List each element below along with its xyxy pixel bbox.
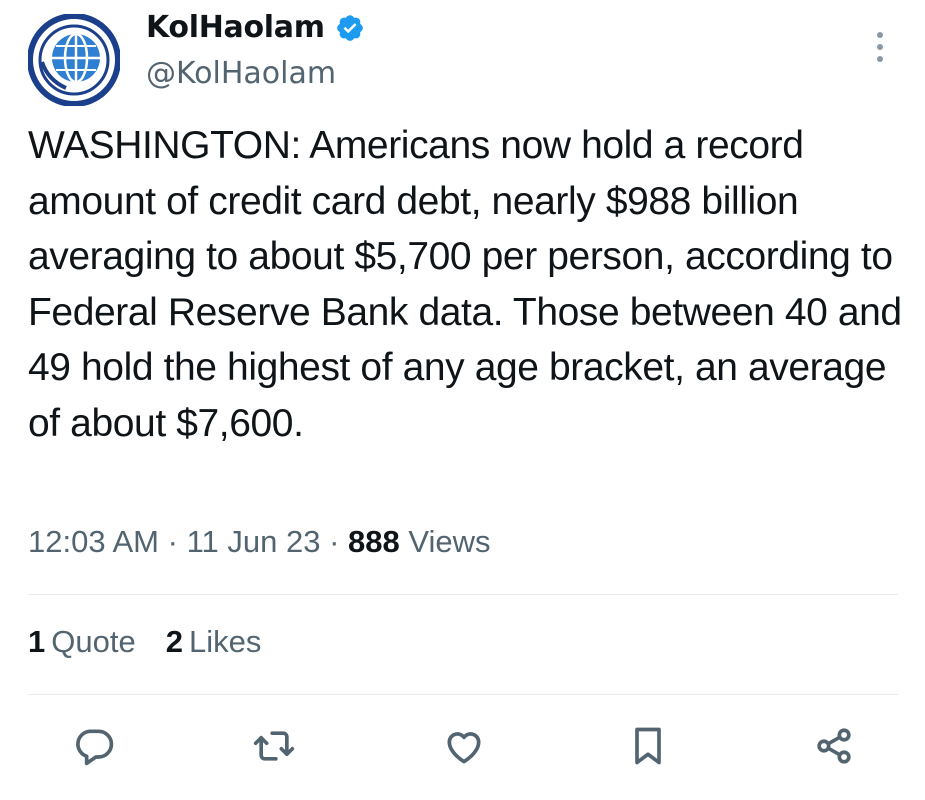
more-vertical-icon bbox=[877, 32, 883, 62]
like-icon bbox=[447, 732, 481, 764]
author-name-row[interactable]: KolHaolam bbox=[146, 10, 365, 45]
action-bar bbox=[28, 718, 898, 778]
author-name[interactable]: KolHaolam bbox=[146, 10, 325, 45]
tweet-time[interactable]: 12:03 AM bbox=[28, 524, 159, 559]
retweet-icon bbox=[253, 731, 295, 761]
tweet-text: WASHINGTON: Americans now hold a record … bbox=[28, 124, 902, 445]
share-icon bbox=[817, 728, 851, 764]
likes-count: 2 bbox=[165, 624, 183, 659]
likes-label: Likes bbox=[188, 624, 262, 659]
quotes-link[interactable]: 1 Quote bbox=[28, 624, 136, 660]
globe-logo-icon bbox=[27, 13, 121, 107]
reply-icon bbox=[76, 729, 114, 766]
share-button[interactable] bbox=[806, 718, 862, 774]
divider bbox=[28, 694, 898, 695]
avatar[interactable] bbox=[27, 13, 121, 107]
divider bbox=[28, 594, 898, 595]
retweet-button[interactable] bbox=[246, 718, 302, 774]
views-label: Views bbox=[408, 524, 491, 559]
views-count: 888 bbox=[348, 524, 400, 559]
author-handle[interactable]: @KolHaolam bbox=[146, 56, 336, 91]
reply-button[interactable] bbox=[66, 718, 122, 774]
meta-separator: · bbox=[167, 524, 178, 559]
meta-separator: · bbox=[329, 524, 340, 559]
tweet-meta: 12:03 AM · 11 Jun 23 · 888 Views bbox=[28, 524, 491, 560]
verified-badge-icon bbox=[336, 14, 363, 41]
bookmark-icon bbox=[635, 727, 661, 765]
likes-link[interactable]: 2 Likes bbox=[166, 624, 262, 660]
engagement-stats: 1 Quote 2 Likes bbox=[28, 624, 261, 660]
like-button[interactable] bbox=[436, 718, 492, 774]
quotes-count: 1 bbox=[28, 624, 46, 659]
tweet-date[interactable]: 11 Jun 23 bbox=[187, 524, 321, 559]
more-options-button[interactable] bbox=[862, 30, 898, 64]
quotes-label: Quote bbox=[51, 624, 136, 659]
bookmark-button[interactable] bbox=[620, 718, 676, 774]
